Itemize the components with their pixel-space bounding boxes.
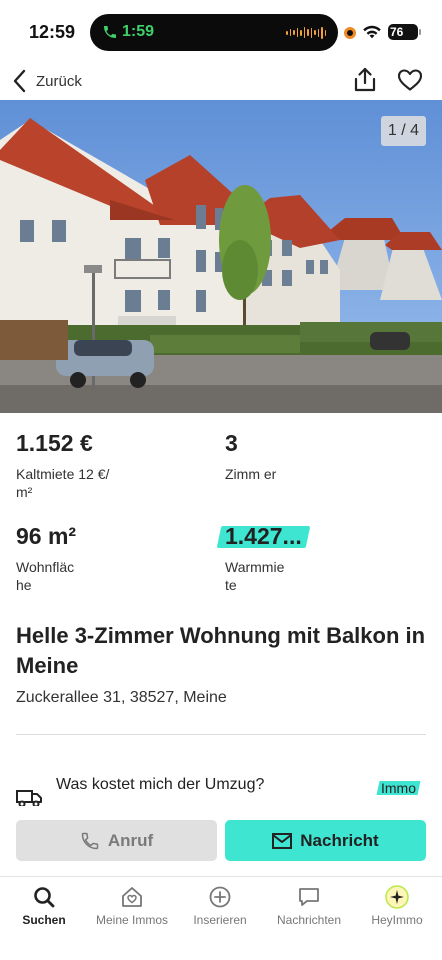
chat-icon [299, 888, 319, 906]
fact-label: Warmmie te [225, 559, 285, 593]
call-timer: 1:59 [122, 23, 155, 40]
phone-icon [104, 26, 116, 38]
back-button[interactable]: Zurück [12, 66, 82, 96]
share-icon[interactable] [352, 66, 378, 94]
fact-value: 3 [225, 430, 238, 456]
immo-badge: Immo [378, 780, 419, 796]
battery-indicator: 76 [388, 24, 418, 40]
fact-value: 1.152 € [16, 430, 93, 456]
photo-counter: 1 / 4 [381, 116, 426, 146]
moving-cost-teaser[interactable]: Was kostet mich der Umzug? Immo [0, 770, 442, 806]
phone-icon [81, 832, 99, 849]
tab-meine-immos[interactable]: Meine Immos [88, 885, 176, 927]
fact-value: 96 m² [16, 523, 77, 549]
sparkle-icon [385, 885, 409, 909]
recording-indicator-icon [344, 27, 356, 39]
fact-rent: 1.152 € Kaltmiete 12 €/ m² [16, 430, 126, 501]
fact-value: 1.427... [219, 523, 308, 550]
battery-level: 76 [390, 25, 404, 39]
listing-title: Helle 3-Zimmer Wohnung mit Balkon in Mei… [16, 623, 426, 678]
fact-warm-rent[interactable]: 1.427... Warmmie te [225, 523, 302, 594]
listing-address: Zuckerallee 31, 38527, Meine [16, 689, 227, 706]
nav-header: Zurück [0, 62, 442, 100]
chevron-left-icon [13, 69, 26, 93]
tab-nachrichten[interactable]: Nachrichten [265, 885, 353, 927]
status-bar: 12:59 1:59 76 [0, 0, 442, 62]
tab-label: Meine Immos [95, 913, 169, 927]
moving-cost-title: Was kostet mich der Umzug? [56, 776, 265, 793]
heart-icon[interactable] [397, 68, 423, 92]
status-time: 12:59 [29, 22, 76, 42]
tab-inserieren[interactable]: Inserieren [176, 885, 264, 927]
tab-label: Inserieren [193, 913, 247, 927]
fact-label: Zimm er [225, 466, 277, 482]
message-button[interactable]: Nachricht [225, 820, 426, 861]
plus-circle-icon [209, 886, 231, 908]
listing-photo[interactable]: 1 / 4 [0, 100, 442, 413]
message-label: Nachricht [300, 830, 379, 850]
fact-label: Kaltmiete 12 €/ m² [16, 466, 110, 500]
divider [16, 734, 426, 735]
audio-waveform-icon [286, 25, 326, 40]
call-label: Anruf [107, 830, 154, 850]
fact-living-space: 96 m² Wohnfläc he [16, 523, 86, 594]
envelope-icon [272, 832, 293, 849]
tab-label: Suchen [22, 913, 66, 927]
contact-actions: Anruf Nachricht [0, 806, 442, 876]
search-icon [34, 887, 55, 908]
fact-rooms: 3 Zimm er [225, 430, 285, 483]
tab-label: Nachrichten [276, 913, 342, 927]
wifi-icon [363, 25, 381, 39]
home-heart-icon [122, 887, 142, 907]
tab-heyimmo[interactable]: HeyImmo [353, 885, 441, 927]
tab-suchen[interactable]: Suchen [0, 885, 88, 927]
fact-label: Wohnfläc he [16, 559, 75, 593]
back-label: Zurück [36, 72, 82, 90]
tab-bar: Suchen Meine Immos Inserieren Nachrichte… [0, 876, 442, 960]
battery-tip [419, 29, 421, 35]
tab-label: HeyImmo [371, 913, 423, 927]
call-button[interactable]: Anruf [16, 820, 217, 861]
moving-truck-icon [16, 790, 42, 806]
apartment-building-image [0, 100, 442, 413]
dynamic-island[interactable]: 1:59 [90, 14, 338, 51]
